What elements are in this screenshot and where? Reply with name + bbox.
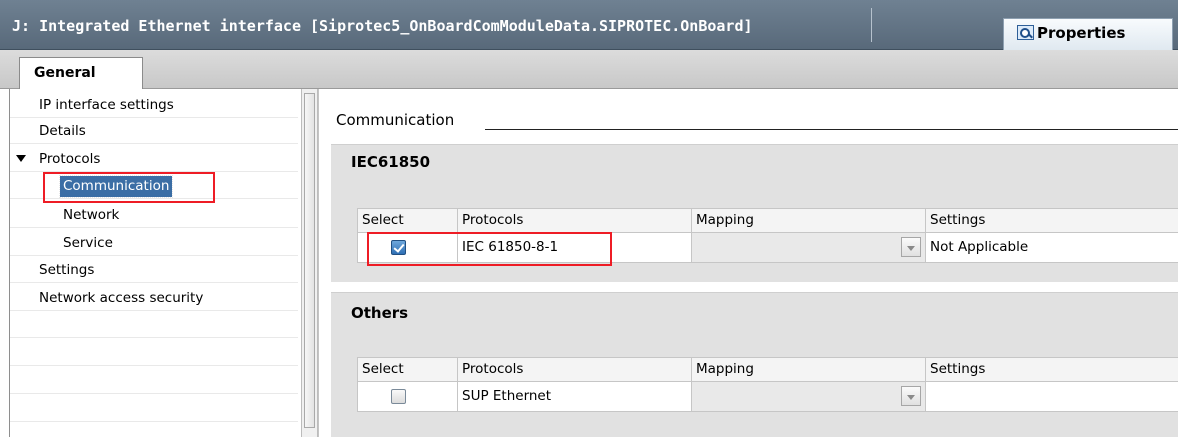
dropdown-arrow-icon[interactable] (901, 386, 921, 406)
column-header-select[interactable]: Select (358, 358, 458, 381)
column-header-mapping[interactable]: Mapping (692, 209, 926, 232)
scrollbar-thumb[interactable] (304, 93, 315, 428)
window-title: J: Integrated Ethernet interface [Siprot… (12, 17, 753, 35)
mapping-dropdown[interactable] (692, 233, 926, 262)
sidebar-empty-row (10, 397, 298, 422)
sidebar-empty-row (10, 313, 298, 338)
select-cell (358, 382, 458, 411)
sidebar-scrollbar[interactable] (301, 89, 318, 437)
mapping-dropdown[interactable] (692, 382, 926, 411)
properties-tab-label: Properties (1037, 24, 1126, 42)
group-title: Others (351, 304, 409, 322)
sidebar-item-network-access-security[interactable]: Network access security (10, 286, 298, 311)
dropdown-arrow-icon[interactable] (901, 237, 921, 257)
highlight-box-iec61850-row (367, 232, 612, 266)
sidebar-item-ip-interface-settings[interactable]: IP interface settings (10, 93, 298, 118)
column-header-settings[interactable]: Settings (926, 209, 1178, 232)
section-title: Communication (336, 111, 455, 129)
sidebar-item-label: Service (63, 235, 113, 251)
grid-header: Select Protocols Mapping Settings (357, 208, 1178, 233)
sidebar-item-label: Settings (39, 262, 95, 278)
column-header-protocols[interactable]: Protocols (458, 209, 692, 232)
section-divider (485, 129, 1178, 130)
sidebar-empty-row (10, 369, 298, 394)
sidebar-item-label: IP interface settings (39, 97, 174, 113)
tab-strip: General (0, 50, 1178, 90)
highlight-box-communication (43, 172, 215, 203)
column-header-mapping[interactable]: Mapping (692, 358, 926, 381)
tab-general[interactable]: General (19, 57, 143, 90)
table-row: SUP Ethernet (357, 382, 1178, 412)
settings-cell (926, 382, 1178, 411)
properties-icon (1017, 25, 1034, 40)
column-header-protocols[interactable]: Protocols (458, 358, 692, 381)
properties-window: J: Integrated Ethernet interface [Siprot… (0, 0, 1178, 437)
select-checkbox[interactable] (391, 389, 406, 404)
sidebar-item-label: Protocols (39, 151, 101, 167)
sidebar-item-network[interactable]: Network (10, 203, 298, 228)
sidebar-item-protocols[interactable]: Protocols (10, 147, 298, 172)
sidebar-item-settings[interactable]: Settings (10, 258, 298, 283)
expand-caret-icon[interactable] (16, 155, 26, 162)
sidebar-item-label: Details (39, 123, 86, 139)
sidebar-item-details[interactable]: Details (10, 119, 298, 144)
properties-tab[interactable]: Properties (1003, 18, 1173, 51)
sidebar-item-service[interactable]: Service (10, 231, 298, 256)
title-bar: J: Integrated Ethernet interface [Siprot… (0, 0, 1178, 51)
protocol-cell: SUP Ethernet (458, 382, 692, 411)
sidebar-item-label: Network access security (39, 290, 204, 306)
column-header-settings[interactable]: Settings (926, 358, 1178, 381)
sidebar-item-label: Network (63, 207, 120, 223)
column-header-select[interactable]: Select (358, 209, 458, 232)
group-title: IEC61850 (351, 153, 431, 171)
settings-cell: Not Applicable (930, 239, 1029, 255)
group-others: Others Select Protocols Mapping Settings… (331, 292, 1178, 437)
sidebar: IP interface settings Details Protocols … (9, 89, 318, 437)
title-separator (871, 8, 872, 42)
tab-general-label: General (34, 65, 96, 81)
grid-header: Select Protocols Mapping Settings (357, 357, 1178, 382)
sidebar-empty-row (10, 341, 298, 366)
